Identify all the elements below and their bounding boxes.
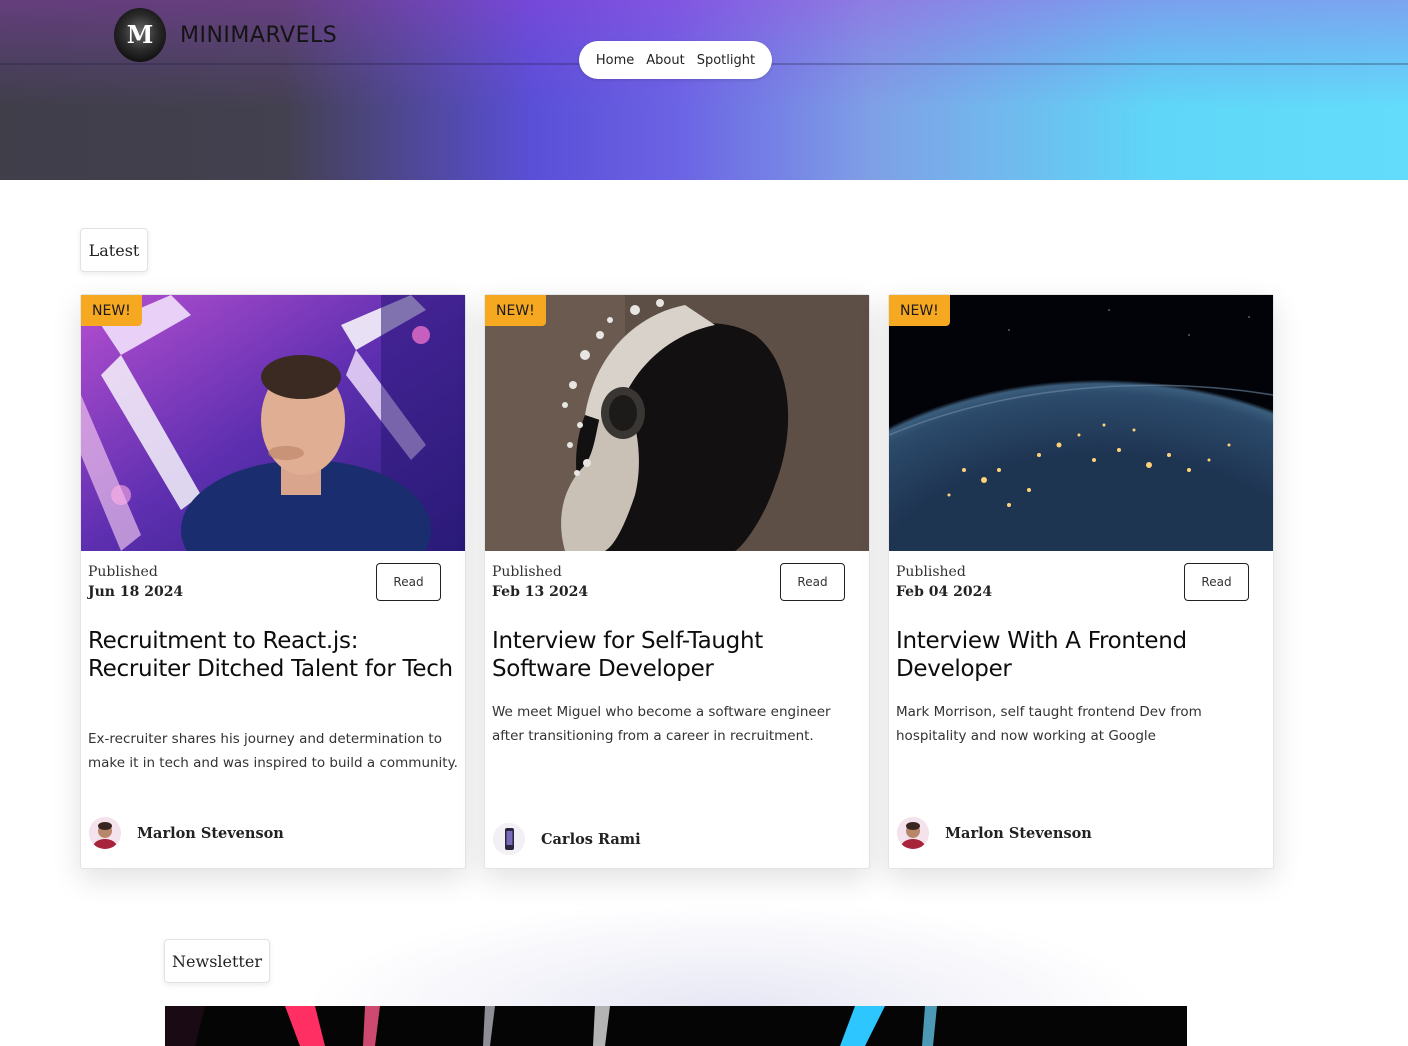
article-description: We meet Miguel who become a software eng…: [492, 704, 831, 744]
article-image[interactable]: [485, 295, 869, 551]
article-image[interactable]: [81, 295, 465, 551]
author-name: Carlos Rami: [541, 830, 641, 848]
published-date: Feb 13 2024: [492, 584, 589, 600]
article-title[interactable]: Recruitment to React.js: Recruiter Ditch…: [88, 628, 458, 683]
author[interactable]: Carlos Rami: [493, 823, 641, 855]
author-avatar-icon: [493, 823, 525, 855]
newsletter-section-label: Newsletter: [164, 939, 270, 983]
portrait-photo: [81, 295, 465, 551]
author[interactable]: Marlon Stevenson: [897, 817, 1092, 849]
new-badge: NEW!: [485, 295, 546, 326]
read-button[interactable]: Read: [780, 563, 845, 601]
hero-banner: M MINIMARVELS Home About Spotlight: [0, 0, 1408, 180]
author-avatar-icon: [89, 817, 121, 849]
sculpture-photo: [485, 295, 869, 551]
neon-lights-photo: [165, 1006, 1187, 1046]
published-date: Feb 04 2024: [896, 584, 993, 600]
author-avatar-icon: [897, 817, 929, 849]
author-avatar: [89, 817, 121, 849]
newsletter-banner-image: [165, 1006, 1187, 1046]
article-description: Mark Morrison, self taught frontend Dev …: [896, 704, 1202, 744]
latest-section-label: Latest: [80, 228, 148, 272]
published-label: Published: [88, 564, 158, 580]
nav-about-link[interactable]: About: [646, 53, 684, 68]
author-name: Marlon Stevenson: [137, 824, 284, 842]
earth-night-photo: [889, 295, 1273, 551]
author-avatar: [493, 823, 525, 855]
article-card: NEW! Published Feb 04 2024 Read Intervie…: [888, 294, 1274, 869]
read-button[interactable]: Read: [1184, 563, 1249, 601]
nav-home-link[interactable]: Home: [596, 53, 634, 68]
logo-icon: M: [114, 8, 166, 62]
article-card: NEW! Published Jun 18 2024 Read Recruitm…: [80, 294, 466, 869]
brand-name: MINIMARVELS: [180, 22, 338, 48]
published-label: Published: [896, 564, 966, 580]
article-image[interactable]: [889, 295, 1273, 551]
logo-letter: M: [126, 20, 154, 49]
author-avatar: [897, 817, 929, 849]
article-description: Ex-recruiter shares his journey and dete…: [88, 731, 458, 771]
published-label: Published: [492, 564, 562, 580]
published-date: Jun 18 2024: [88, 584, 184, 600]
article-title[interactable]: Interview for Self-Taught Software Devel…: [492, 628, 862, 683]
new-badge: NEW!: [81, 295, 142, 326]
author-name: Marlon Stevenson: [945, 824, 1092, 842]
article-card: NEW! Published Feb 13 2024 Read Intervie…: [484, 294, 870, 869]
new-badge: NEW!: [889, 295, 950, 326]
main-nav: Home About Spotlight: [579, 41, 772, 79]
article-title[interactable]: Interview With A Frontend Developer: [896, 628, 1266, 683]
author[interactable]: Marlon Stevenson: [89, 817, 284, 849]
site-logo[interactable]: M MINIMARVELS: [114, 8, 337, 62]
nav-spotlight-link[interactable]: Spotlight: [697, 53, 755, 68]
read-button[interactable]: Read: [376, 563, 441, 601]
